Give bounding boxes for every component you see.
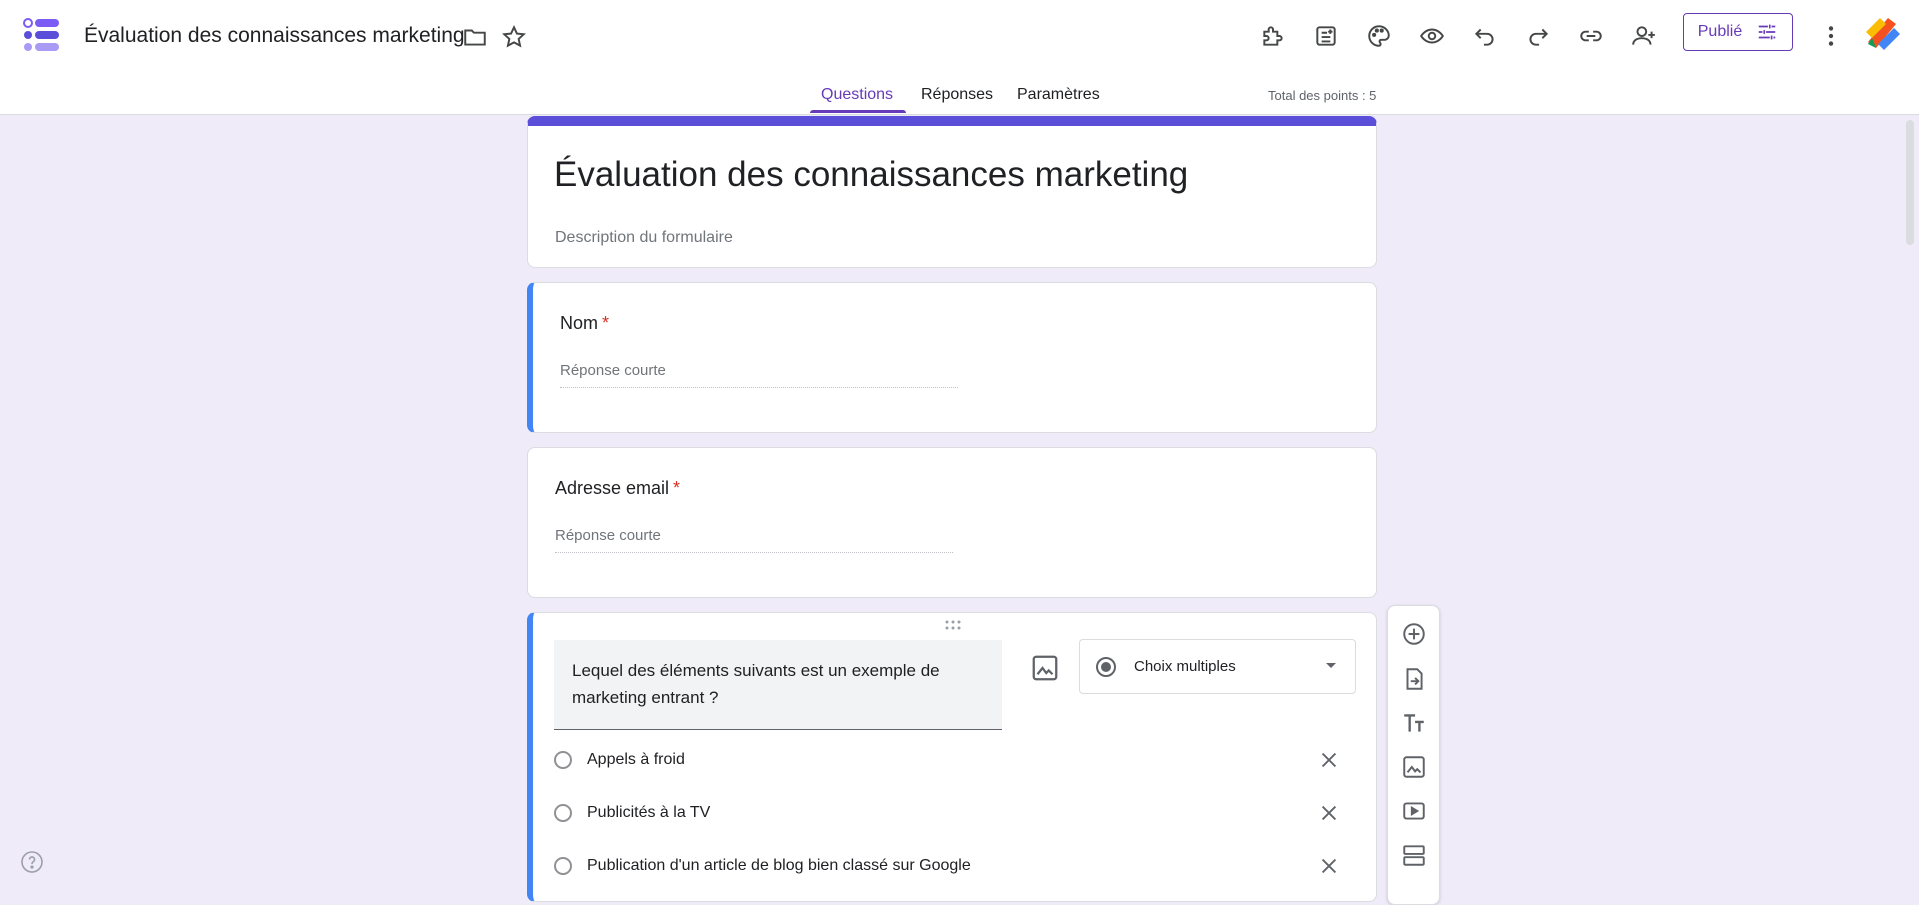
form-tabs: Questions Réponses Paramètres Total des … [0,82,1919,115]
choice-option-text[interactable]: Publication d'un article de blog bien cl… [587,857,971,875]
add-title-text-icon[interactable] [1401,710,1427,736]
add-image-icon[interactable] [1030,653,1060,683]
radio-button-icon [1096,656,1116,677]
tab-questions[interactable]: Questions [821,86,893,104]
page-scrollbar[interactable] [1906,120,1914,245]
tab-settings[interactable]: Paramètres [1017,86,1100,104]
question-title: Nom [560,313,599,333]
question-label: Adresse email * [555,478,680,499]
total-points: Total des points : 5 [1268,88,1377,103]
question-card-email[interactable]: Adresse email * Réponse courte [527,447,1377,598]
link-icon[interactable] [1573,18,1609,54]
question-label: Nom * [560,313,609,334]
radio-circle-icon [554,857,572,875]
question-title: Adresse email [555,478,670,498]
radio-circle-icon [554,751,572,769]
remove-option-icon[interactable] [1318,802,1340,824]
add-collaborator-icon[interactable] [1626,18,1662,54]
choice-option[interactable]: Appels à froid [554,747,1354,777]
required-mark: * [673,478,681,498]
preview-eye-icon[interactable] [1414,18,1450,54]
form-title[interactable]: Évaluation des connaissances marketing [554,155,1188,195]
active-tab-indicator [810,110,906,113]
question-type-select[interactable]: Choix multiples [1079,639,1356,694]
import-questions-icon[interactable] [1308,18,1344,54]
more-vert-icon[interactable] [1813,18,1849,54]
dropdown-arrow-icon [1326,663,1336,668]
add-question-icon[interactable] [1401,621,1427,647]
question-side-toolbar [1387,605,1440,905]
add-image-icon[interactable] [1401,754,1427,780]
question-card-active[interactable]: Lequel des éléments suivants est un exem… [527,612,1377,902]
remove-option-icon[interactable] [1318,855,1340,877]
question-card-name[interactable]: Nom * Réponse courte [527,282,1377,433]
form-description-field[interactable]: Description du formulaire [555,229,733,247]
add-video-icon[interactable] [1401,798,1427,824]
app-header: Évaluation des connaissances marketing P… [0,0,1919,115]
publish-button-label: Publié [1697,23,1743,40]
form-title-card[interactable]: Évaluation des connaissances marketing D… [527,116,1377,268]
tab-responses[interactable]: Réponses [921,86,993,104]
forms-logo-icon[interactable] [22,17,62,55]
question-text-input[interactable]: Lequel des éléments suivants est un exem… [554,640,1002,730]
add-section-icon[interactable] [1401,842,1427,868]
question-type-label: Choix multiples [1134,658,1236,675]
document-title[interactable]: Évaluation des connaissances marketing [84,24,465,48]
radio-circle-icon [554,804,572,822]
choice-option-text[interactable]: Appels à froid [587,751,685,769]
choice-option-text[interactable]: Publicités à la TV [587,804,710,822]
undo-icon[interactable] [1467,18,1503,54]
theme-palette-icon[interactable] [1361,18,1397,54]
choice-option[interactable]: Publication d'un article de blog bien cl… [554,853,1354,883]
star-icon[interactable] [501,24,527,50]
account-avatar-icon[interactable] [1864,14,1902,52]
drag-handle-icon[interactable] [943,619,963,631]
folder-icon[interactable] [462,24,488,50]
tune-settings-icon [1758,24,1776,40]
choice-option[interactable]: Publicités à la TV [554,800,1354,830]
addons-icon[interactable] [1255,18,1291,54]
import-questions-icon[interactable] [1401,666,1427,692]
publish-button[interactable]: Publié [1683,13,1793,51]
remove-option-icon[interactable] [1318,749,1340,771]
help-icon[interactable] [20,850,44,874]
short-answer-field: Réponse courte [555,527,953,553]
redo-icon[interactable] [1520,18,1556,54]
short-answer-field: Réponse courte [560,362,958,388]
required-mark: * [602,313,610,333]
